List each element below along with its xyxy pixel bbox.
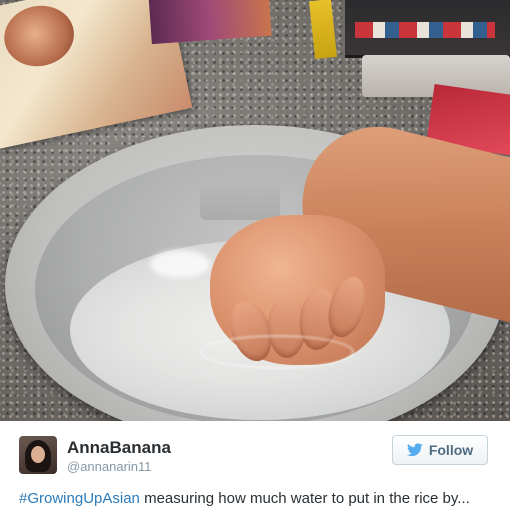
- twitter-bird-icon: [406, 443, 423, 457]
- box-label-stripe: [355, 22, 495, 38]
- tweet-card: AnnaBanana @annanarin11 Follow #GrowingU…: [0, 0, 510, 525]
- product-box: [345, 0, 510, 58]
- water-reflection: [150, 250, 210, 278]
- water-ripple: [200, 335, 354, 369]
- tweet-photo[interactable]: [0, 0, 510, 421]
- pot-measurement-marks: [200, 180, 280, 220]
- follow-button[interactable]: Follow: [392, 435, 488, 465]
- tweet-header: AnnaBanana @annanarin11 Follow #GrowingU…: [0, 421, 510, 525]
- tweet-body: measuring how much water to put in the r…: [139, 490, 470, 507]
- follow-label: Follow: [428, 442, 474, 458]
- tweet-text: #GrowingUpAsian measuring how much water…: [19, 489, 499, 508]
- hashtag-link[interactable]: #GrowingUpAsian: [19, 490, 140, 507]
- display-name[interactable]: AnnaBanana: [67, 438, 171, 458]
- avatar-face: [31, 446, 45, 463]
- user-handle[interactable]: @annanarin11: [67, 459, 152, 474]
- magazine-cover-face: [0, 0, 80, 73]
- avatar[interactable]: [19, 436, 57, 474]
